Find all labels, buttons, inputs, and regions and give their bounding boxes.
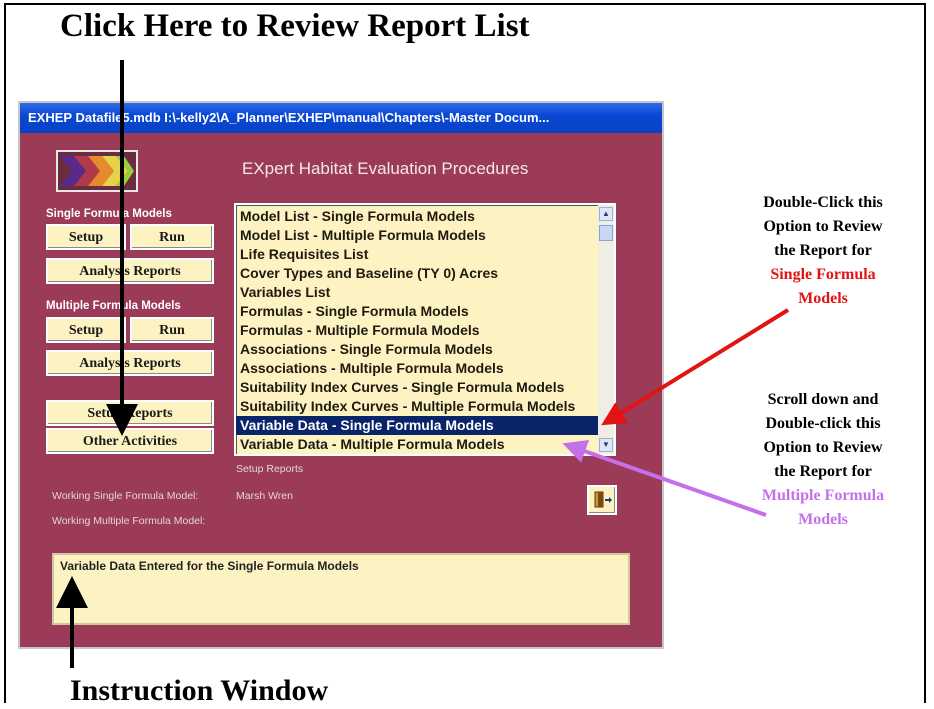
arrow-to-variable-data-multiple bbox=[562, 439, 767, 517]
callout-bottom-heading: Instruction Window bbox=[70, 674, 329, 707]
arrow-to-variable-data-single bbox=[601, 308, 790, 426]
callout-arrows bbox=[56, 60, 790, 668]
